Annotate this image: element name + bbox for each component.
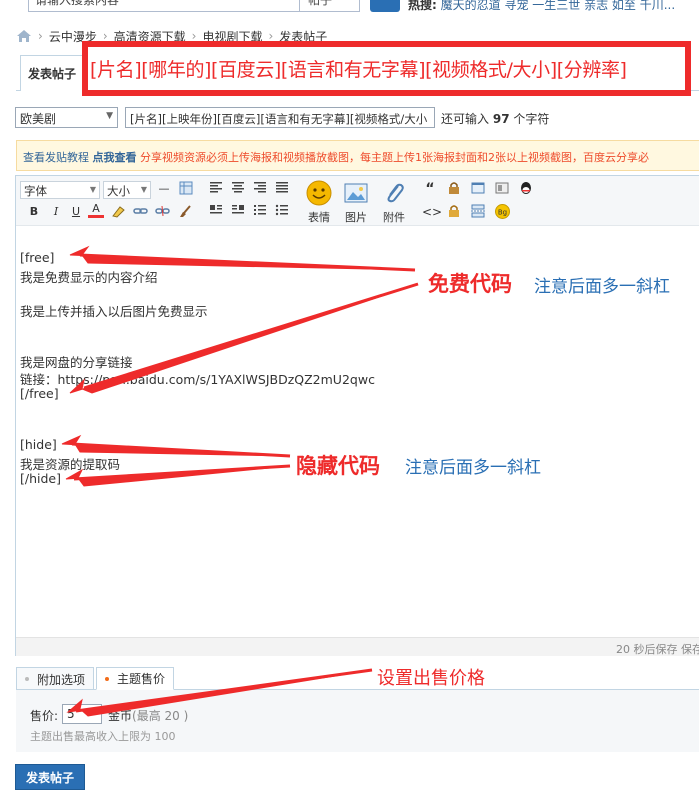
tab-post[interactable]: 发表帖子 [20,55,84,91]
posting-notice: 查看发贴教程 点我查看 分享视频资源必须上传海报和视频播放截图，每主题上传1张海… [16,140,699,171]
table-icon[interactable] [178,181,194,197]
annotation-free-title: 免费代码 [428,272,512,296]
font-family-select[interactable]: 字体 ▼ [20,181,100,199]
hot-words: 热搜: 魔天的忍道 寻宠 一生三世 亲志 如至 千川... [408,0,676,12]
svg-text:Bg: Bg [497,209,506,217]
bg-icon[interactable]: Bg [494,204,510,220]
editor-line: 我是上传并插入以后图片免费显示 [20,304,208,319]
align-right-icon[interactable] [252,181,268,197]
search-type-select[interactable]: 帖子 [300,0,360,12]
chevron-down-icon: ▼ [140,185,147,194]
hide-content-icon[interactable] [446,204,462,220]
bold-button[interactable]: B [26,204,42,220]
pagebreak-icon[interactable] [470,204,486,220]
code-window-icon[interactable] [470,181,486,197]
editor-line: [hide] [20,437,57,452]
tab-extra-options[interactable]: 附加选项 [16,667,95,691]
editor-line: [/hide] [20,471,61,486]
paperclip-icon [387,183,404,203]
annotation-price: 设置出售价格 [377,668,485,689]
font-color-button[interactable]: A [88,202,104,218]
editor-line: [free] [20,250,55,265]
annotation-hide-note: 注意后面多一斜杠 [405,458,541,478]
editor-toolbar: 字体 ▼ 大小 ▼ — B I U A 表情 图片 附件 “ <> Bg [16,176,699,226]
smiley-icon [306,180,332,206]
italic-button[interactable]: I [48,204,64,220]
chevron-down-icon: ▼ [106,111,113,121]
home-icon[interactable] [16,29,32,43]
price-input[interactable]: 5 [62,704,102,724]
search-input[interactable]: 请输入搜索内容 [28,0,300,12]
notice-text: 分享视频资源必须上传海报和视频播放截图，每主题上传1张海报封面和2张以上视频截图… [140,151,649,164]
bullet-icon [25,677,29,681]
link-icon[interactable] [132,204,148,220]
chevron-down-icon: ▼ [89,185,96,194]
emoticon-button[interactable]: 表情 [302,180,336,225]
lock-icon[interactable] [446,181,462,197]
search-button[interactable] [370,0,400,12]
autosave-text[interactable]: 20 秒后保存 保存 [616,641,699,656]
underline-button[interactable]: U [68,204,84,220]
align-justify-icon[interactable] [274,181,290,197]
price-unit: 金币(最高 20 ) [108,709,189,723]
ordered-list-icon[interactable] [252,204,268,220]
highlight-icon[interactable] [110,204,126,220]
float-left-icon[interactable] [208,204,224,220]
editor-line: 链接：https://pan.baidu.com/s/1YAXlWSJBDzQZ… [20,372,375,387]
top-search-bar: 请输入搜索内容 帖子 热搜: 魔天的忍道 寻宠 一生三世 亲志 如至 千川... [0,0,699,14]
annotation-hide-title: 隐藏代码 [296,454,380,478]
title-input[interactable]: [片名][上映年份][百度云][语言和有无字幕][视频格式/大小 [125,107,435,128]
remaining-characters: 还可输入 97 个字符 [441,112,550,126]
clear-format-icon[interactable] [176,204,192,220]
annotation-free-note: 注意后面多一斜杠 [534,277,670,297]
bullet-icon [105,676,109,681]
tab-thread-price[interactable]: 主题售价 [96,667,175,690]
code-icon[interactable]: <> [422,204,442,220]
notice-prefix: 查看发贴教程 [23,151,89,164]
font-size-select[interactable]: 大小 ▼ [103,181,151,199]
unlink-icon[interactable] [154,204,170,220]
submit-post-button[interactable]: 发表帖子 [15,764,85,790]
panel-icon[interactable] [494,181,510,197]
price-limit-note: 主题出售最高收入上限为 100 [30,730,176,743]
align-center-icon[interactable] [230,181,246,197]
post-editor[interactable] [15,175,699,656]
notice-link[interactable]: 点我查看 [93,151,137,164]
float-right-icon[interactable] [230,204,246,220]
editor-line: [/free] [20,386,59,401]
quote-icon[interactable]: “ [422,181,438,197]
category-select[interactable]: 欧美剧 ▼ [15,107,118,128]
image-icon [344,183,368,203]
unordered-list-icon[interactable] [274,204,290,220]
price-label: 售价: [30,709,59,723]
title-format-annotation: [片名][哪年的][百度云][语言和有无字幕][视频格式/大小][分辨率] [82,41,691,96]
image-button[interactable]: 图片 [339,180,373,225]
horizontal-rule-icon[interactable]: — [156,181,172,197]
editor-status-bar: 20 秒后保存 保存 [16,637,699,656]
attachment-button[interactable]: 附件 [377,180,411,225]
align-left-icon[interactable] [208,181,224,197]
qq-icon[interactable] [518,181,534,197]
editor-line: 我是免费显示的内容介绍 [20,270,158,285]
